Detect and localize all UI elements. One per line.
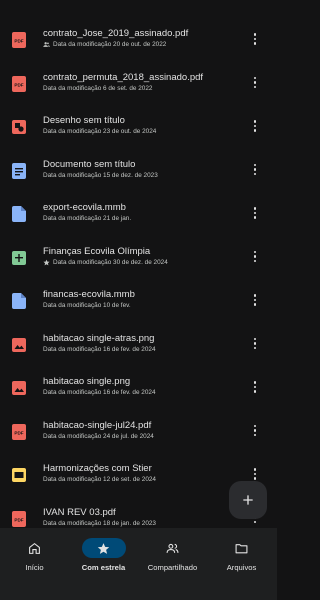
file-modified-date: Data da modificação 10 de fev. (43, 302, 228, 309)
file-name: habitacao single.png (43, 376, 131, 387)
svg-text:PDF: PDF (14, 39, 23, 44)
file-name: Documento sem título (43, 158, 136, 170)
nav-label: Compartilhado (147, 563, 198, 572)
document-icon (12, 162, 26, 179)
file-meta-text: Data da modificação 16 de fev. de 2024 (43, 345, 156, 353)
file-row[interactable]: PDF habitacao-single-jul24.pdf Data da mod… (0, 412, 277, 456)
file-row[interactable]: export-ecovila.mmb Data da modificação 21… (0, 194, 277, 238)
more-options-icon[interactable] (246, 420, 264, 442)
file-row[interactable]: financas-ecovila.mmb Data da modificação … (0, 281, 277, 325)
sheet-icon (12, 250, 26, 266)
file-meta-text: Data da modificação 30 de dez. de 2024 (53, 258, 168, 266)
star-icon (81, 538, 126, 558)
pdf-icon: PDF (12, 32, 26, 48)
file-name: IVAN REV 03.pdf (43, 506, 116, 518)
file-meta-text: Data da modificação 24 de jul. de 2024 (43, 432, 154, 440)
more-options-icon[interactable] (246, 202, 264, 224)
file-modified-date: Data da modificação 6 de set. de 2022 (43, 85, 228, 92)
file-modified-date: Data da modificação 20 de out. de 2022 (43, 41, 228, 48)
pdf-icon: PDF (12, 423, 26, 440)
file-meta-text: Data da modificação 15 de dez. de 2023 (43, 171, 158, 179)
file-meta-text: Data da modificação 6 de set. de 2022 (43, 84, 153, 92)
more-options-icon[interactable] (246, 376, 264, 398)
file-modified-date: Data da modificação 30 de dez. de 2024 (43, 259, 228, 266)
star-icon (43, 259, 50, 266)
more-options-icon[interactable] (246, 333, 264, 355)
file-row[interactable]: Finanças Ecovila Olímpia Data da modifica… (0, 238, 277, 282)
more-options-icon[interactable] (246, 246, 264, 268)
image-icon (12, 337, 26, 353)
nav-item-home[interactable]: Início (0, 538, 69, 586)
nav-label: Início (25, 563, 44, 572)
file-meta-text: Data da modificação 20 de out. de 2022 (53, 41, 167, 48)
file-name: Desenho sem título (43, 115, 125, 126)
more-options-icon[interactable] (246, 72, 264, 94)
file-name: habitacao-single-jul24.pdf (43, 419, 152, 431)
image-icon (12, 380, 26, 396)
file-modified-date: Data da modificação 12 de set. de 2024 (43, 476, 228, 483)
file-name: contrato_permuta_2018_assinado.pdf (43, 71, 204, 83)
nav-label: Com estrela (81, 563, 126, 572)
file-name: contrato_Jose_2019_assinado.pdf (43, 28, 189, 39)
file-modified-date: Data da modificação 21 de jan. (43, 215, 228, 222)
drawing-icon (12, 119, 26, 135)
pdf-icon: PDF (12, 510, 26, 527)
file-name: habitacao single-atras.png (43, 332, 155, 344)
file-modified-date: Data da modificação 24 de jul. de 2024 (43, 433, 228, 440)
file-meta-text: Data da modificação 10 de fev. (43, 302, 131, 309)
more-options-icon[interactable] (246, 289, 264, 311)
more-options-icon[interactable] (246, 28, 264, 50)
status-bar (0, 0, 277, 20)
bottom-navigation: Início Com estrela Compartilhado Arquivos (0, 528, 277, 600)
file-row[interactable]: habitacao single.png Data da modificação … (0, 368, 277, 412)
more-options-icon[interactable] (246, 115, 264, 137)
file-meta-text: Data da modificação 16 de fev. de 2024 (43, 389, 156, 396)
file-modified-date: Data da modificação 15 de dez. de 2023 (43, 172, 228, 179)
file-meta-text: Data da modificação 18 de jan. de 2023 (43, 519, 156, 527)
file-row[interactable]: habitacao single-atras.png Data da modifi… (0, 325, 277, 369)
shared-icon (43, 41, 50, 48)
file-row[interactable]: PDF contrato_permuta_2018_assinado.pdf Dat… (0, 64, 277, 108)
new-button[interactable] (229, 481, 267, 519)
pdf-icon: PDF (12, 75, 26, 92)
nav-item-people[interactable]: Compartilhado (138, 538, 207, 586)
home-icon (13, 538, 57, 558)
file-meta-text: Data da modificação 21 de jan. (43, 215, 132, 222)
nav-label: Arquivos (226, 563, 257, 572)
file-row[interactable]: Desenho sem título Data da modificação 23… (0, 107, 277, 151)
file-modified-date: Data da modificação 16 de fev. de 2024 (43, 389, 228, 396)
svg-text:PDF: PDF (14, 517, 23, 522)
slides-icon (12, 467, 26, 483)
svg-text:PDF: PDF (14, 82, 23, 87)
file-modified-date: Data da modificação 16 de fev. de 2024 (43, 346, 228, 353)
file-meta-text: Data da modificação 12 de set. de 2024 (43, 476, 156, 483)
file-row[interactable]: PDF contrato_Jose_2019_assinado.pdf Data d… (0, 20, 277, 64)
svg-text:PDF: PDF (14, 430, 23, 435)
file-meta-text: Data da modificação 23 de out. de 2024 (43, 128, 157, 135)
file-name: export-ecovila.mmb (43, 202, 126, 213)
file-modified-date: Data da modificação 23 de out. de 2024 (43, 128, 228, 135)
file-name: financas-ecovila.mmb (43, 289, 135, 300)
file-modified-date: Data da modificação 18 de jan. de 2023 (43, 520, 228, 527)
file-list: PDF contrato_Jose_2019_assinado.pdf Data d… (0, 20, 277, 542)
plus-icon (243, 495, 253, 505)
file-row[interactable]: Documento sem título Data da modificação … (0, 151, 277, 195)
file-icon (12, 293, 26, 309)
folder-icon (220, 538, 264, 558)
more-options-icon[interactable] (246, 159, 264, 181)
file-name: Harmonizações com Stier (43, 463, 152, 474)
nav-item-star[interactable]: Com estrela (69, 538, 138, 586)
people-icon (151, 538, 195, 558)
file-icon (12, 206, 26, 222)
nav-item-folder[interactable]: Arquivos (207, 538, 276, 586)
file-name: Finanças Ecovila Olímpia (43, 245, 151, 257)
